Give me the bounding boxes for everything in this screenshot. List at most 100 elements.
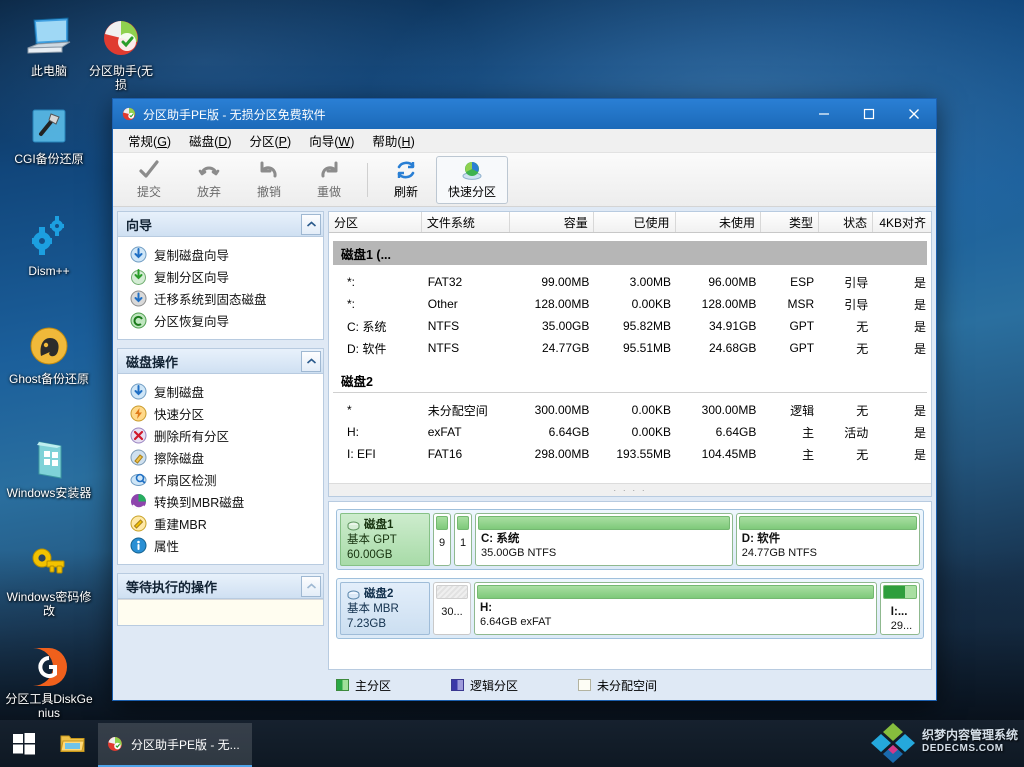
ghost-icon [6, 318, 92, 368]
sidebar-item-delete-all-partitions[interactable]: 删除所有分区 [118, 424, 323, 446]
toolbar-undo-button[interactable]: 撤销 [239, 156, 299, 204]
desktop-icon-windows-password[interactable]: Windows密码修改 [6, 536, 92, 618]
bad-sector-icon [130, 471, 147, 488]
panel-wizard-header[interactable]: 向导 [118, 212, 323, 237]
toolbar-refresh-button[interactable]: 刷新 [376, 156, 436, 204]
panel-pending-header[interactable]: 等待执行的操作 [118, 574, 323, 599]
main-content: 分区 文件系统 容量 已使用 未使用 类型 状态 4KB对齐 磁盘1 (... … [328, 211, 932, 696]
menu-item-partition[interactable]: 分区(P) [240, 128, 300, 153]
horizontal-scrollbar[interactable]: · · · · [329, 483, 931, 496]
cell-type: 主 [802, 425, 815, 440]
computer-icon [6, 10, 92, 60]
sidebar-item-wipe-disk[interactable]: 擦除磁盘 [118, 446, 323, 468]
disk-group-header[interactable]: 磁盘1 (... [333, 241, 927, 265]
sidebar-item-copy-disk[interactable]: 复制磁盘 [118, 380, 323, 402]
sidebar-item-migrate-os[interactable]: 迁移系统到固态磁盘 [118, 287, 323, 309]
sidebar-item-copy-disk-wizard[interactable]: 复制磁盘向导 [118, 243, 323, 265]
sidebar-item-copy-partition-wizard[interactable]: 复制分区向导 [118, 265, 323, 287]
toolbar-discard-button[interactable]: 放弃 [179, 156, 239, 204]
disk1-partition-d[interactable]: D: 软件 24.77GB NTFS [735, 513, 920, 566]
table-row[interactable]: C: 系统 NTFS 35.00GB 95.82MB 34.91GB GPT 无… [329, 315, 931, 337]
taskbar-task-partition-assistant[interactable]: 分区助手PE版 - 无... [98, 723, 252, 767]
column-header-status[interactable]: 状态 [819, 212, 874, 232]
maximize-button[interactable] [846, 99, 891, 129]
cell-partition: *: [347, 297, 356, 311]
pending-operations-list[interactable] [118, 599, 323, 625]
file-explorer-button[interactable] [50, 720, 96, 767]
copy-partition-icon [130, 268, 147, 285]
panel-disk-operations: 磁盘操作 复制磁盘 快速分区 删除所有分区 擦除磁盘 坏扇区检测 转换到MBR磁… [117, 348, 324, 565]
toolbar-redo-button[interactable]: 重做 [299, 156, 359, 204]
disk-group-header[interactable]: 磁盘2 [333, 369, 927, 393]
disk2-partition-unallocated[interactable]: 30... [433, 582, 471, 635]
desktop-icon-dism[interactable]: Dism++ [6, 210, 92, 278]
sidebar-item-quick-partition[interactable]: 快速分区 [118, 402, 323, 424]
column-header-partition[interactable]: 分区 [329, 212, 422, 232]
disk1-partition-esp[interactable]: 9 [433, 513, 451, 566]
cell-free: 104.45MB [701, 447, 757, 461]
partition-usage-bar [436, 516, 448, 530]
column-header-free[interactable]: 未使用 [676, 212, 762, 232]
column-header-used[interactable]: 已使用 [594, 212, 676, 232]
desktop-icon-partition-assistant[interactable]: 分区助手(无损 [86, 10, 156, 92]
table-row[interactable]: *: FAT32 99.00MB 3.00MB 96.00MB ESP 引导 是 [329, 271, 931, 293]
table-row[interactable]: D: 软件 NTFS 24.77GB 95.51MB 24.68GB GPT 无… [329, 337, 931, 359]
migrate-os-icon [130, 290, 147, 307]
disk-map-row-disk2[interactable]: 磁盘2 基本 MBR 7.23GB 30... H: 6.64GB exFAT [336, 578, 924, 639]
table-row[interactable]: *: Other 128.00MB 0.00KB 128.00MB MSR 引导… [329, 293, 931, 315]
panel-disk-operations-header[interactable]: 磁盘操作 [118, 349, 323, 374]
column-header-aligned[interactable]: 4KB对齐 [873, 212, 931, 232]
table-row[interactable]: * 未分配空间 300.00MB 0.00KB 300.00MB 逻辑 无 是 [329, 399, 931, 421]
cell-used: 95.51MB [622, 341, 672, 355]
chevron-up-icon[interactable] [301, 350, 321, 372]
column-header-filesystem[interactable]: 文件系统 [422, 212, 511, 232]
disk-icon [347, 521, 360, 530]
cell-partition: H: [347, 425, 359, 439]
table-row[interactable]: I: EFI FAT16 298.00MB 193.55MB 104.45MB … [329, 443, 931, 465]
start-button[interactable] [0, 720, 48, 767]
sidebar-item-label: 擦除磁盘 [154, 451, 205, 466]
disk1-label[interactable]: 磁盘1 基本 GPT 60.00GB [340, 513, 430, 566]
cell-used: 95.82MB [622, 319, 672, 333]
sidebar-item-convert-to-mbr[interactable]: 转换到MBR磁盘 [118, 490, 323, 512]
disk2-partition-h[interactable]: H: 6.64GB exFAT [474, 582, 877, 635]
toolbar-commit-button[interactable]: 提交 [119, 156, 179, 204]
cell-free: 300.00MB [701, 403, 757, 417]
partition-detail: 35.00GB NTFS [481, 547, 557, 559]
toolbar-quick-partition-button[interactable]: 快速分区 [436, 155, 508, 204]
disk2-label[interactable]: 磁盘2 基本 MBR 7.23GB [340, 582, 430, 635]
sidebar-item-bad-sector-check[interactable]: 坏扇区检测 [118, 468, 323, 490]
cell-status: 引导 [844, 275, 869, 290]
minimize-button[interactable] [801, 99, 846, 129]
sidebar-item-rebuild-mbr[interactable]: 重建MBR [118, 512, 323, 534]
sidebar-item-recover-partition-wizard[interactable]: 分区恢复向导 [118, 309, 323, 331]
panel-wizard-body: 复制磁盘向导 复制分区向导 迁移系统到固态磁盘 分区恢复向导 [118, 237, 323, 339]
desktop-icon-computer[interactable]: 此电脑 [6, 10, 92, 78]
menu-item-wizard[interactable]: 向导(W) [300, 128, 363, 153]
desktop-icon-windows-installer[interactable]: Windows安装器 [6, 432, 92, 500]
disk2-partition-i[interactable]: I:... 29... [880, 582, 920, 635]
window-titlebar[interactable]: 分区助手PE版 - 无损分区免费软件 [113, 99, 936, 129]
chevron-up-icon[interactable] [301, 575, 321, 597]
chevron-up-icon[interactable] [301, 213, 321, 235]
desktop-icon-cgi-backup[interactable]: CGI备份还原 [6, 98, 92, 166]
menu-item-help[interactable]: 帮助(H) [363, 128, 423, 153]
disk1-partition-msr[interactable]: 1 [454, 513, 472, 566]
menu-item-disk[interactable]: 磁盘(D) [180, 128, 240, 153]
table-row[interactable]: H: exFAT 6.64GB 0.00KB 6.64GB 主 活动 是 [329, 421, 931, 443]
redo-icon [318, 159, 340, 181]
cell-aligned: 是 [914, 425, 927, 440]
menu-item-general[interactable]: 常规(G) [119, 128, 180, 153]
cell-capacity: 298.00MB [534, 447, 590, 461]
column-header-type[interactable]: 类型 [761, 212, 819, 232]
close-button[interactable] [891, 99, 936, 129]
disk-map-row-disk1[interactable]: 磁盘1 基本 GPT 60.00GB 9 1 C: 系统 35.00GB NTF… [336, 509, 924, 570]
sidebar-item-label: 属性 [154, 539, 180, 554]
partition-usage-bar [738, 516, 917, 530]
column-header-capacity[interactable]: 容量 [510, 212, 594, 232]
sidebar-item-properties[interactable]: 属性 [118, 534, 323, 556]
disk1-partition-c[interactable]: C: 系统 35.00GB NTFS [475, 513, 733, 566]
partition-usage-bar [436, 585, 468, 599]
desktop-icon-ghost-backup[interactable]: Ghost备份还原 [6, 318, 92, 386]
desktop-icon-diskgenius[interactable]: 分区工具DiskGenius [3, 638, 95, 720]
